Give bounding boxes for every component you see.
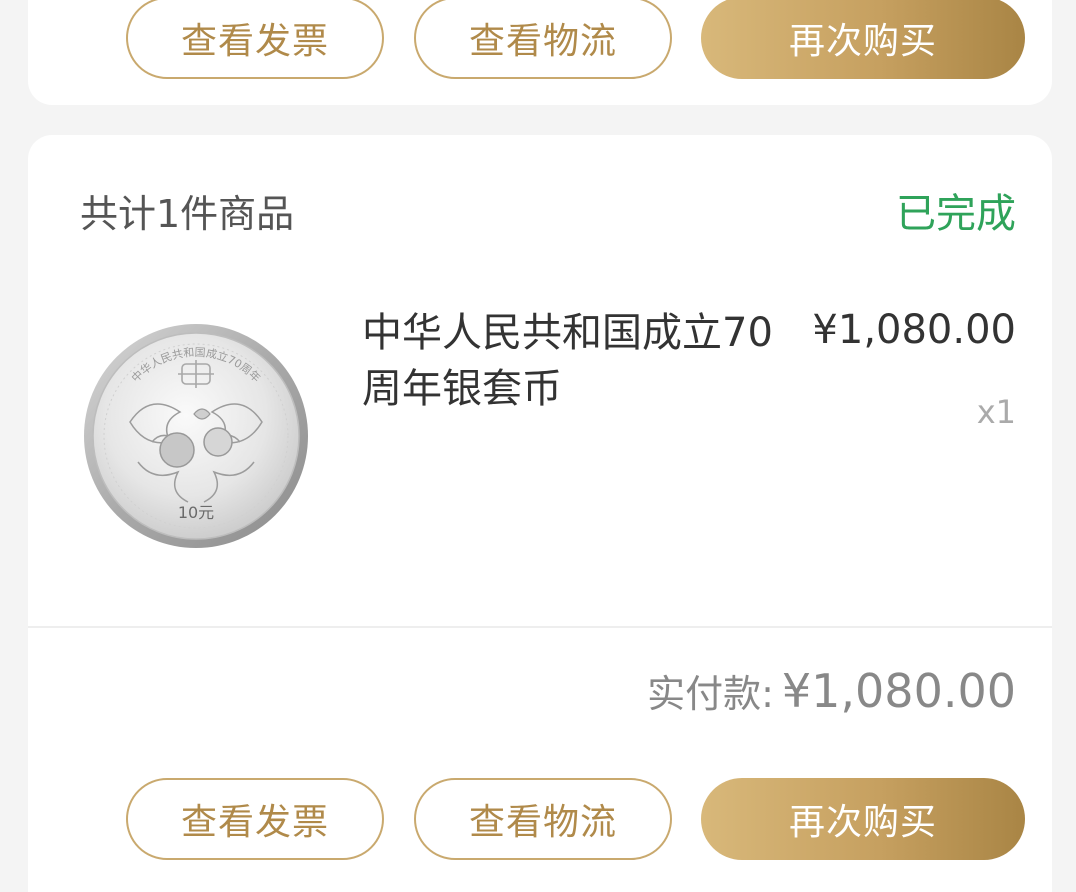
order-status: 已完成 (896, 191, 1016, 237)
view-logistics-button[interactable]: 查看物流 (414, 778, 672, 860)
buy-again-button[interactable]: 再次购买 (701, 0, 1025, 79)
order-card[interactable]: 共计1件商品 已完成 中华人民共和国成立70周年 10元 中华人民共和国成立70… (28, 135, 1052, 892)
view-invoice-button[interactable]: 查看发票 (126, 778, 384, 860)
paid-label: 实付款: (647, 672, 774, 716)
product-title[interactable]: 中华人民共和国成立70周年银套币 (362, 305, 782, 417)
silver-coin-icon: 中华人民共和国成立70周年 10元 (84, 324, 308, 548)
product-price: ¥1,080.00 (812, 307, 1016, 353)
coin-denomination: 10元 (178, 503, 214, 522)
buy-again-button[interactable]: 再次购买 (701, 778, 1025, 860)
order-card-previous: 查看发票 查看物流 再次购买 (28, 0, 1052, 105)
item-count-label: 共计1件商品 (80, 192, 295, 236)
product-image[interactable]: 中华人民共和国成立70周年 10元 (82, 322, 310, 550)
view-invoice-button[interactable]: 查看发票 (126, 0, 384, 79)
paid-amount-row: 实付款: ¥1,080.00 (647, 663, 1016, 718)
divider (28, 626, 1052, 628)
product-quantity: x1 (976, 393, 1016, 431)
paid-amount: ¥1,080.00 (781, 664, 1016, 718)
view-logistics-button[interactable]: 查看物流 (414, 0, 672, 79)
